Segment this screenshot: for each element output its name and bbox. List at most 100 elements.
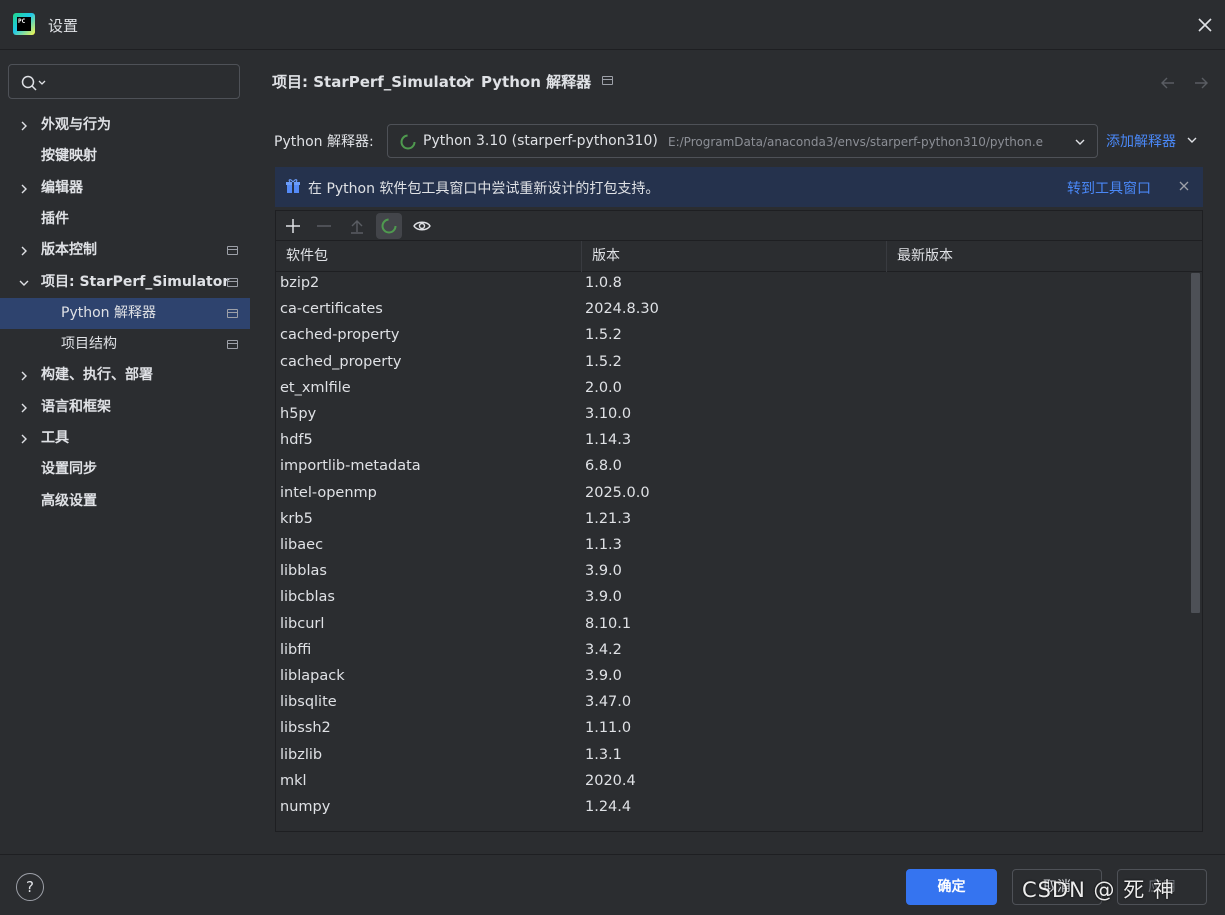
table-row[interactable]: numpy 1.24.4: [276, 796, 1190, 822]
table-row[interactable]: libsqlite 3.47.0: [276, 691, 1190, 717]
search-icon: [21, 75, 46, 91]
column-header-latest-version[interactable]: 最新版本: [887, 241, 1202, 272]
table-row[interactable]: hdf5 1.14.3: [276, 429, 1190, 455]
show-early-releases-button[interactable]: [409, 213, 435, 239]
sidebar-item-label: Python 解释器: [61, 304, 156, 321]
open-tool-window-link[interactable]: 转到工具窗口: [1067, 178, 1151, 198]
package-name-cell: mkl: [280, 772, 307, 789]
table-row[interactable]: libcurl 8.10.1: [276, 613, 1190, 639]
remove-package-button[interactable]: [311, 213, 337, 239]
table-row[interactable]: krb5 1.21.3: [276, 508, 1190, 534]
package-name-cell: cached-property: [280, 327, 400, 344]
breadcrumb-parent[interactable]: 项目: StarPerf_Simulator: [272, 71, 474, 92]
table-row[interactable]: liblapack 3.9.0: [276, 665, 1190, 691]
table-row[interactable]: libffi 3.4.2: [276, 639, 1190, 665]
packages-toolbar: [275, 210, 1203, 240]
package-name-cell: libcurl: [280, 615, 325, 632]
package-version-cell: 3.4.2: [585, 641, 622, 658]
package-name-cell: ca-certificates: [280, 301, 383, 318]
sidebar-item[interactable]: 版本控制: [0, 235, 250, 266]
add-package-button[interactable]: [280, 213, 306, 239]
table-row[interactable]: libzlib 1.3.1: [276, 744, 1190, 770]
package-version-cell: 6.8.0: [585, 458, 622, 475]
upgrade-package-button[interactable]: [344, 213, 370, 239]
chevron-right-icon: [464, 75, 470, 85]
sidebar-item-label: 项目结构: [61, 336, 117, 353]
chevron-right-icon[interactable]: [17, 432, 31, 446]
loading-icon: [381, 218, 397, 234]
package-name-cell: libsqlite: [280, 694, 337, 711]
table-row[interactable]: ca-certificates 2024.8.30: [276, 298, 1190, 324]
package-version-cell: 8.10.1: [585, 615, 632, 632]
table-row[interactable]: et_xmlfile 2.0.0: [276, 377, 1190, 403]
sidebar-item[interactable]: Python 解释器: [0, 297, 250, 329]
sidebar-item[interactable]: 插件: [0, 204, 250, 235]
sidebar-item[interactable]: 项目: StarPerf_Simulator: [0, 267, 250, 298]
table-row[interactable]: libblas 3.9.0: [276, 560, 1190, 586]
loading-spinner-icon: [400, 134, 416, 150]
table-row[interactable]: libcblas 3.9.0: [276, 586, 1190, 612]
sidebar-item-label: 编辑器: [41, 179, 83, 196]
sidebar-item[interactable]: 语言和框架: [0, 392, 250, 423]
loading-button[interactable]: [376, 213, 402, 239]
package-version-cell: 3.9.0: [585, 589, 622, 606]
table-row[interactable]: libssh2 1.11.0: [276, 717, 1190, 743]
column-header-package[interactable]: 软件包: [276, 241, 582, 272]
dismiss-banner-icon[interactable]: [1178, 180, 1190, 192]
sidebar-item[interactable]: 外观与行为: [0, 110, 250, 141]
sidebar-item[interactable]: 构建、执行、部署: [0, 360, 250, 391]
settings-search[interactable]: [8, 64, 240, 99]
table-row[interactable]: importlib-metadata 6.8.0: [276, 455, 1190, 481]
chevron-right-icon[interactable]: [17, 119, 31, 133]
package-name-cell: libssh2: [280, 720, 331, 737]
scrollbar-thumb[interactable]: [1191, 273, 1200, 613]
app-icon-text: PC: [17, 17, 31, 31]
table-row[interactable]: cached-property 1.5.2: [276, 324, 1190, 350]
interpreter-select[interactable]: Python 3.10 (starperf-python310) E:/Prog…: [387, 124, 1098, 158]
chevron-right-icon[interactable]: [17, 369, 31, 383]
package-name-cell: et_xmlfile: [280, 379, 351, 396]
sidebar-item[interactable]: 设置同步: [0, 454, 250, 485]
package-name-cell: importlib-metadata: [280, 458, 421, 475]
project-scope-icon: [602, 76, 613, 85]
sidebar-item-label: 高级设置: [41, 492, 97, 509]
plus-icon: [286, 219, 300, 233]
package-version-cell: 1.21.3: [585, 510, 632, 527]
add-interpreter-link[interactable]: 添加解释器: [1106, 131, 1197, 151]
forward-arrow-icon[interactable]: [1192, 74, 1210, 92]
package-version-cell: 3.47.0: [585, 694, 632, 711]
package-version-cell: 1.14.3: [585, 432, 632, 449]
search-input[interactable]: [51, 71, 231, 93]
ok-button[interactable]: 确定: [906, 869, 997, 905]
package-name-cell: liblapack: [280, 668, 345, 684]
table-row[interactable]: cached_property 1.5.2: [276, 351, 1190, 377]
back-arrow-icon[interactable]: [1159, 74, 1177, 92]
chevron-down-icon[interactable]: [17, 276, 31, 290]
help-button[interactable]: ?: [16, 873, 44, 901]
sidebar-item[interactable]: 项目结构: [0, 329, 250, 360]
chevron-right-icon[interactable]: [17, 401, 31, 415]
chevron-right-icon[interactable]: [17, 244, 31, 258]
table-row[interactable]: h5py 3.10.0: [276, 403, 1190, 429]
sidebar-item[interactable]: 编辑器: [0, 173, 250, 204]
column-header-version[interactable]: 版本: [582, 241, 887, 272]
sidebar-item[interactable]: 工具: [0, 423, 250, 454]
package-version-cell: 1.3.1: [585, 746, 622, 763]
table-body: bzip2 1.0.8 ca-certificates 2024.8.30 cached…: [276, 272, 1190, 831]
sidebar-item[interactable]: 高级设置: [0, 486, 250, 517]
table-row[interactable]: mkl 2020.4: [276, 770, 1190, 796]
eye-icon: [413, 221, 431, 231]
project-scope-icon: [227, 308, 238, 318]
sidebar-item[interactable]: 按键映射: [0, 141, 250, 172]
close-icon[interactable]: [1193, 13, 1217, 37]
minus-icon: [317, 225, 331, 227]
window-title: 设置: [48, 17, 79, 35]
package-name-cell: numpy: [280, 799, 331, 815]
table-row[interactable]: intel-openmp 2025.0.0: [276, 482, 1190, 508]
chevron-right-icon[interactable]: [17, 182, 31, 196]
chevron-down-icon: [1187, 137, 1197, 143]
sidebar-item-label: 项目: StarPerf_Simulator: [41, 273, 230, 290]
table-row[interactable]: bzip2 1.0.8: [276, 272, 1190, 298]
table-row[interactable]: libaec 1.1.3: [276, 534, 1190, 560]
sidebar-item-label: 按键映射: [41, 148, 97, 165]
